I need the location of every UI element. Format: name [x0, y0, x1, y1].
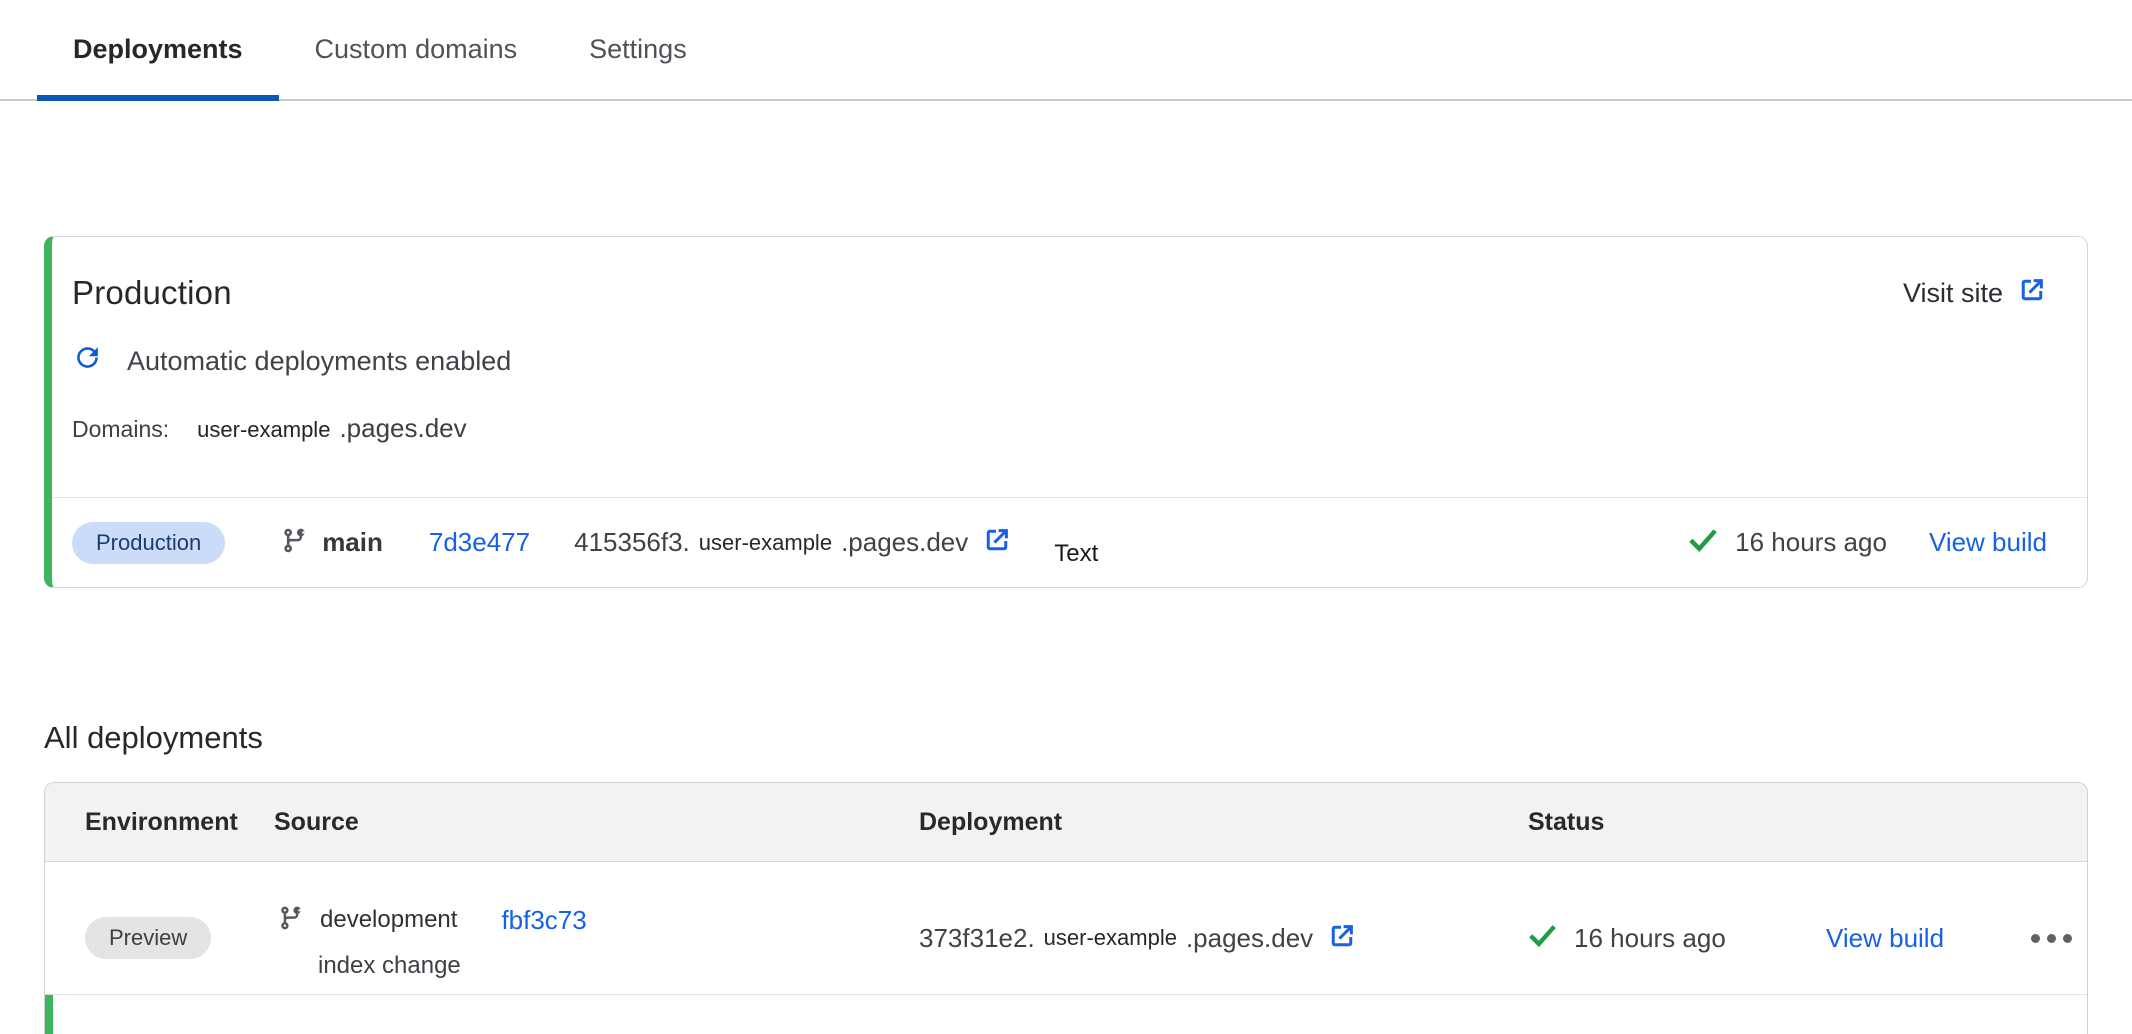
column-source: Source — [274, 808, 919, 837]
domain-name: user-example — [197, 417, 330, 443]
table-row-stub — [45, 994, 2087, 1034]
deployment-url-name: user-example — [1044, 925, 1177, 951]
tab-settings-label: Settings — [589, 34, 687, 65]
table-row: Preview development fbf3c73 index change — [45, 862, 2087, 994]
deployment-url-prefix: 415356f3. — [574, 527, 690, 558]
cell-status: 16 hours ago — [1528, 896, 1826, 980]
check-icon — [1528, 921, 1557, 955]
check-icon — [1688, 525, 1718, 560]
tab-custom-domains[interactable]: Custom domains — [279, 0, 554, 99]
cell-menu — [2031, 896, 2086, 980]
deploy-time: 16 hours ago — [1574, 923, 1726, 954]
tab-settings[interactable]: Settings — [553, 0, 723, 99]
cell-source: development fbf3c73 index change — [274, 896, 919, 980]
auto-deployments-status: Automatic deployments enabled — [72, 343, 2047, 379]
visit-site-label: Visit site — [1903, 278, 2003, 309]
cell-deployment: 373f31e2. user-example .pages.dev — [919, 896, 1528, 980]
deployments-table-header: Environment Source Deployment Status — [45, 783, 2087, 862]
environment-badge-preview: Preview — [85, 917, 211, 959]
branch-name: main — [322, 527, 383, 558]
external-link-icon — [968, 525, 1012, 560]
tab-custom-domains-label: Custom domains — [315, 34, 518, 65]
deployments-table: Environment Source Deployment Status Pre… — [44, 782, 2088, 1034]
deployment-url-name: user-example — [699, 530, 832, 556]
external-link-icon — [1313, 921, 1357, 956]
production-card: Production Visit site — [44, 236, 2088, 588]
tab-deployments[interactable]: Deployments — [37, 0, 279, 99]
production-row-status: 16 hours ago View build — [1688, 525, 2047, 560]
branch-group: main — [281, 527, 383, 559]
external-link-icon — [2017, 275, 2047, 312]
column-deployment: Deployment — [919, 808, 1528, 837]
tab-bar: Deployments Custom domains Settings — [0, 0, 2132, 101]
overflow-menu-icon[interactable] — [2031, 934, 2086, 943]
production-deployment-row: Production main 7d3e477 415356f3. user-e… — [52, 497, 2087, 587]
branch-name: development — [320, 906, 457, 934]
domains-label: Domains: — [72, 416, 169, 443]
commit-link[interactable]: 7d3e477 — [429, 527, 530, 558]
column-status: Status — [1528, 808, 1826, 837]
git-branch-icon — [278, 905, 304, 936]
domain-suffix: .pages.dev — [339, 413, 466, 444]
visit-site-link[interactable]: Visit site — [1903, 275, 2047, 312]
branch-group: development — [278, 905, 457, 936]
commit-message: index change — [318, 952, 919, 980]
git-branch-icon — [281, 527, 308, 559]
cell-environment: Preview — [85, 896, 274, 980]
refresh-icon — [72, 342, 103, 380]
column-environment: Environment — [85, 808, 274, 837]
deployment-url-link[interactable]: 415356f3. user-example .pages.dev — [574, 525, 1012, 560]
deploy-time: 16 hours ago — [1735, 527, 1887, 558]
tab-deployments-label: Deployments — [73, 34, 243, 65]
auto-deployments-text: Automatic deployments enabled — [127, 346, 511, 377]
domains-row: Domains: user-example .pages.dev — [72, 413, 2047, 445]
cell-view-build: View build — [1826, 896, 2031, 980]
deployment-url-suffix: .pages.dev — [841, 527, 968, 558]
environment-badge-production: Production — [72, 522, 225, 564]
deployment-url-link[interactable]: 373f31e2. user-example .pages.dev — [919, 921, 1357, 956]
deployment-url-suffix: .pages.dev — [1186, 923, 1313, 954]
pages-project-dashboard: Deployments Custom domains Settings Prod… — [0, 0, 2132, 1012]
production-card-top: Production Visit site — [52, 237, 2087, 497]
deployment-url-prefix: 373f31e2. — [919, 923, 1035, 954]
production-title: Production — [72, 274, 232, 312]
production-row-indicator — [45, 995, 53, 1034]
commit-link[interactable]: fbf3c73 — [501, 905, 586, 936]
all-deployments-title: All deployments — [44, 720, 2132, 760]
redaction-note: Text — [1054, 540, 1098, 568]
view-build-link[interactable]: View build — [1826, 923, 1944, 954]
view-build-link[interactable]: View build — [1929, 527, 2047, 558]
